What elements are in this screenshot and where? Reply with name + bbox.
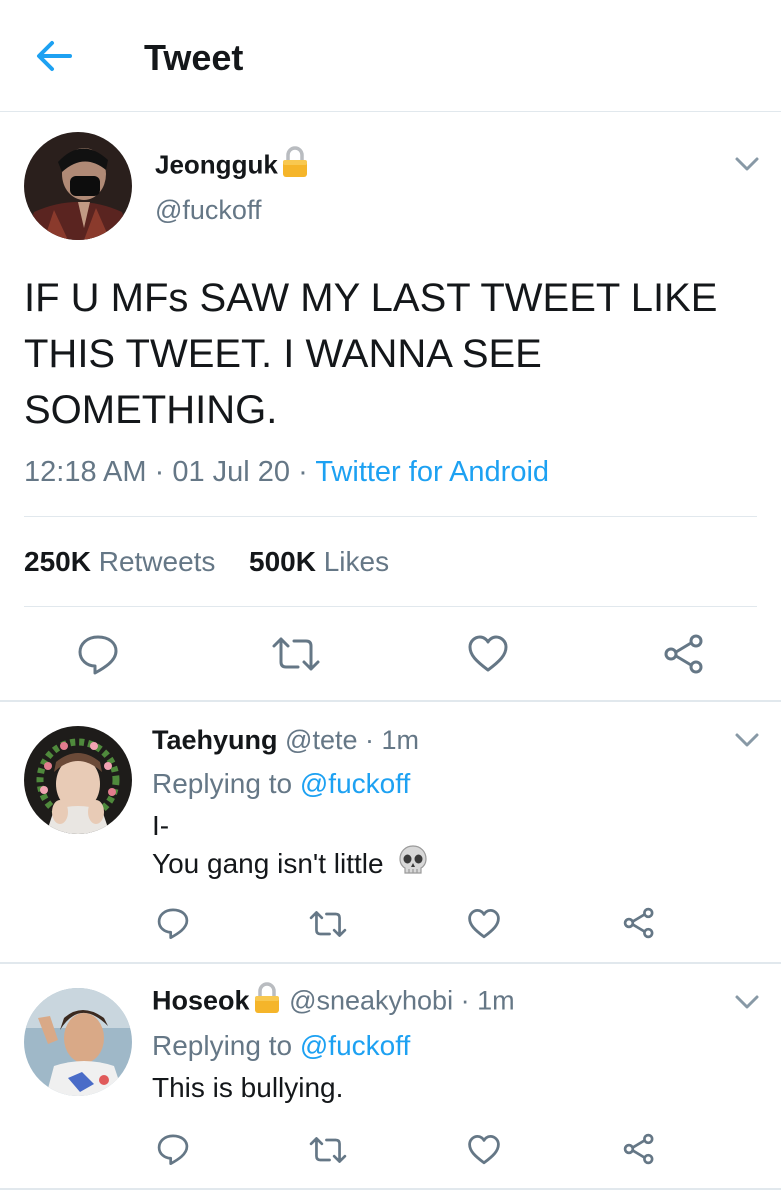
retweets-label: Retweets	[98, 546, 216, 577]
reply-text-line2: You gang isn't little	[152, 844, 429, 887]
skull-emoji-icon	[397, 844, 429, 887]
reply-author[interactable]: Hoseok @sneakyhobi · 1m	[152, 982, 515, 1023]
avatar-jeongguk[interactable]	[24, 132, 132, 240]
replying-to-link[interactable]: @fuckoff	[300, 1030, 410, 1061]
reply-icon[interactable]	[76, 632, 120, 676]
back-arrow-icon[interactable]	[32, 36, 76, 76]
likes-stat[interactable]: 500K Likes	[249, 546, 389, 577]
divider	[0, 1188, 781, 1190]
replying-to: Replying to @fuckoff	[152, 766, 410, 802]
dot-separator: ·	[154, 456, 165, 488]
avatar-hoseok[interactable]	[24, 988, 132, 1096]
retweets-count: 250K	[24, 546, 91, 577]
reply-text: You gang isn't little	[152, 848, 384, 879]
retweet-icon[interactable]	[270, 634, 322, 674]
replying-prefix: Replying to	[152, 1030, 293, 1061]
reply-author-name: Hoseok	[152, 985, 250, 1016]
top-bar: Tweet	[0, 0, 781, 112]
tweet-source-link[interactable]: Twitter for Android	[315, 456, 549, 488]
divider	[24, 516, 757, 517]
avatar-taehyung[interactable]	[24, 726, 132, 834]
page-title: Tweet	[144, 37, 244, 78]
retweet-icon[interactable]	[308, 1134, 348, 1166]
tweet-meta: 12:18 AM · 01 Jul 20 · Twitter for Andro…	[24, 452, 549, 492]
reply-icon[interactable]	[156, 906, 190, 940]
likes-count: 500K	[249, 546, 316, 577]
reply-icon[interactable]	[156, 1132, 190, 1166]
replying-to-link[interactable]: @fuckoff	[300, 768, 410, 799]
tweet-text: IF U MFs SAW MY LAST TWEET LIKE THIS TWE…	[24, 276, 718, 432]
likes-label: Likes	[323, 546, 390, 577]
tweet-time: 12:18 AM	[24, 456, 147, 488]
reply-time: · 1m	[460, 985, 515, 1016]
share-icon[interactable]	[622, 906, 656, 940]
reply-text-line1: This is bullying.	[152, 1072, 344, 1103]
reply-author-handle: @sneakyhobi	[289, 985, 454, 1016]
share-icon[interactable]	[662, 632, 706, 676]
divider	[0, 962, 781, 964]
reply-time: · 1m	[365, 725, 419, 755]
author-name[interactable]: Jeongguk	[155, 146, 310, 187]
dot-separator: ·	[298, 456, 308, 488]
reply-author[interactable]: Taehyung @tete · 1m	[152, 722, 419, 758]
divider	[24, 606, 757, 607]
replying-prefix: Replying to	[152, 768, 293, 799]
retweet-icon[interactable]	[308, 908, 348, 940]
reply-text-line1: I-	[152, 810, 170, 841]
chevron-down-icon[interactable]	[733, 154, 761, 174]
replying-to: Replying to @fuckoff	[152, 1028, 410, 1064]
like-icon[interactable]	[466, 1134, 502, 1166]
tweet-stats: 250K Retweets 500K Likes	[24, 542, 389, 582]
lock-icon	[280, 146, 310, 187]
reply-author-name: Taehyung	[152, 725, 278, 755]
tweet-date: 01 Jul 20	[172, 456, 291, 488]
chevron-down-icon[interactable]	[733, 992, 761, 1012]
author-handle[interactable]: @fuckoff	[155, 192, 261, 228]
lock-icon	[252, 982, 282, 1023]
like-icon[interactable]	[466, 908, 502, 940]
like-icon[interactable]	[466, 634, 510, 674]
reply-author-handle: @tete	[285, 725, 358, 755]
retweets-stat[interactable]: 250K Retweets	[24, 546, 215, 577]
divider	[0, 700, 781, 702]
share-icon[interactable]	[622, 1132, 656, 1166]
chevron-down-icon[interactable]	[733, 730, 761, 750]
